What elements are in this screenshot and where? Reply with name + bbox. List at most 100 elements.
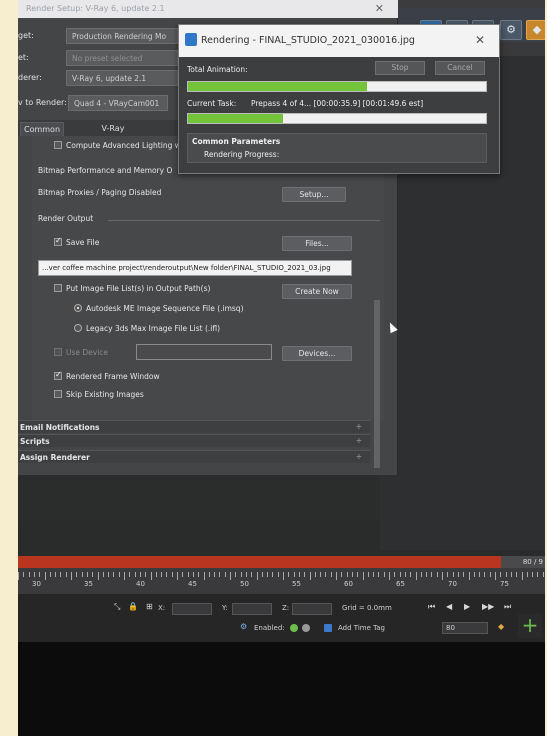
timeline-tick [510, 572, 512, 577]
timeline-tick [457, 572, 459, 577]
timeline-tick [44, 572, 46, 580]
timeline-tick [447, 572, 449, 577]
z-coordinate-field[interactable] [292, 603, 332, 615]
timeline-tick [484, 572, 486, 577]
timeline-ruler[interactable]: 30 35 40 45 50 55 60 65 70 75 [18, 568, 545, 594]
add-time-tag[interactable]: Add Time Tag [338, 624, 385, 632]
timeline-tick [219, 572, 221, 577]
preset-label: et: [18, 53, 29, 62]
timeline-tick-label: 30 [32, 580, 41, 588]
close-icon[interactable]: ✕ [475, 33, 485, 47]
common-parameters-rollout[interactable]: Common Parameters Rendering Progress: [187, 133, 487, 163]
absolute-mode-icon[interactable]: ⊞ [146, 602, 153, 611]
timeline-tick [145, 572, 147, 577]
timeline-tick [521, 572, 523, 580]
preset-dropdown[interactable]: No preset selected [66, 50, 178, 66]
panel-scrollbar[interactable] [374, 300, 380, 468]
timeline-tick [139, 572, 141, 577]
z-label: Z: [282, 604, 290, 612]
timeline-tick [346, 572, 348, 577]
next-frame-icon[interactable]: ▶▶ [482, 602, 494, 611]
add-viewport-button[interactable]: + [518, 614, 542, 638]
view-dropdown[interactable]: Quad 4 - VRayCam001 [68, 95, 168, 111]
time-configuration-icon[interactable]: ◆ [498, 622, 504, 631]
timeline-tick [214, 572, 216, 577]
go-to-end-icon[interactable]: ⏭ [504, 602, 511, 612]
timeline-tick [336, 572, 337, 580]
timeline-tick [495, 572, 496, 580]
settings-icon[interactable]: ⚙ [500, 20, 522, 40]
selection-icon[interactable]: ⤡ [114, 602, 120, 612]
timeline-tick [542, 572, 544, 577]
lock-icon[interactable]: 🔒 [128, 602, 138, 611]
autodesk-me-label: Autodesk ME Image Sequence File (.imsq) [86, 304, 244, 313]
grid-readout: Grid = 0.0mm [342, 604, 392, 612]
timeline-tick [113, 572, 115, 577]
previous-frame-icon[interactable]: ◀ [446, 602, 452, 611]
current-frame-field[interactable]: 80 [442, 622, 488, 634]
timeline-tick [49, 572, 51, 577]
create-now-button[interactable]: Create Now [282, 284, 352, 299]
rollout-assign-renderer[interactable]: Assign Renderer + [18, 450, 370, 463]
go-to-start-icon[interactable]: ⏮ [428, 602, 435, 612]
devices-button[interactable]: Devices... [282, 346, 352, 361]
put-image-list-checkbox[interactable] [54, 284, 62, 292]
timeline-tick [373, 572, 375, 577]
timeline-tick [39, 572, 41, 577]
close-icon[interactable]: ✕ [375, 2, 384, 15]
timeline-tick [516, 572, 518, 577]
tab-common[interactable]: Common [20, 122, 64, 136]
x-coordinate-field[interactable] [172, 603, 212, 615]
enabled-indicator-icon[interactable] [290, 624, 298, 632]
rendered-frame-window-checkbox[interactable] [54, 370, 62, 380]
timeline-tick [161, 572, 163, 577]
skip-existing-checkbox[interactable] [54, 390, 62, 398]
stop-button[interactable]: Stop [375, 61, 425, 75]
timeline-tick [192, 572, 194, 577]
save-file-checkbox[interactable] [54, 236, 62, 246]
timeline-tick-label: 75 [500, 580, 509, 588]
files-button[interactable]: Files... [282, 236, 352, 251]
render-setup-titlebar: Render Setup: V-Ray 6, update 2.1 ✕ [18, 0, 398, 18]
timeline-tick [436, 572, 438, 577]
timeline-tick [473, 572, 475, 577]
time-config-icon[interactable]: ⚙ [240, 622, 247, 631]
cancel-button[interactable]: Cancel [435, 61, 485, 75]
renderer-dropdown[interactable]: V-Ray 6, update 2.1 [66, 70, 178, 86]
screen-photo: ▦ ▣ ⊤ ⚙ ◆ Render Setup: V-Ray 6, update … [18, 0, 545, 736]
y-coordinate-field[interactable] [232, 603, 272, 615]
timeline-tick [86, 572, 88, 577]
compute-lighting-label: Compute Advanced Lighting wh [66, 141, 186, 150]
timeline-tick [240, 572, 242, 577]
save-file-label: Save File [66, 238, 100, 247]
timeline-tick-label: 60 [344, 580, 353, 588]
rendering-dialog: Rendering - FINAL_STUDIO_2021_030016.jpg… [178, 24, 500, 174]
use-device-checkbox[interactable] [54, 348, 62, 356]
play-icon[interactable]: ▶ [464, 602, 470, 611]
target-dropdown[interactable]: Production Rendering Mo [66, 28, 178, 44]
compute-lighting-checkbox[interactable] [54, 141, 62, 149]
key-indicator-icon[interactable] [302, 624, 310, 632]
rollout-email-notifications[interactable]: Email Notifications + [18, 420, 370, 433]
timeline-tick [426, 572, 428, 577]
timeline-tick [230, 572, 231, 580]
timeline-tick [532, 572, 534, 577]
timeline-tick [97, 572, 99, 580]
time-tag-icon[interactable] [324, 624, 332, 632]
expand-icon: + [355, 452, 362, 461]
render-production-icon[interactable]: ◆ [526, 20, 545, 40]
timeline-tick [283, 572, 284, 580]
output-path-field[interactable]: ...ver coffee machine project\renderoutp… [38, 260, 352, 276]
tab-vray[interactable]: V-Ray [88, 122, 138, 136]
timeline-tick [203, 572, 205, 580]
timeline-tick [235, 572, 237, 577]
setup-button[interactable]: Setup... [282, 187, 346, 202]
device-field[interactable] [136, 344, 272, 360]
rollout-scripts[interactable]: Scripts + [18, 434, 370, 447]
timeline-tick [367, 572, 369, 577]
legacy-ifl-radio[interactable] [74, 324, 82, 332]
timeline-tick [245, 572, 247, 577]
timeline-tick [256, 572, 258, 580]
autodesk-me-radio[interactable] [74, 304, 82, 312]
time-slider[interactable]: 80 / 9 [18, 556, 545, 568]
